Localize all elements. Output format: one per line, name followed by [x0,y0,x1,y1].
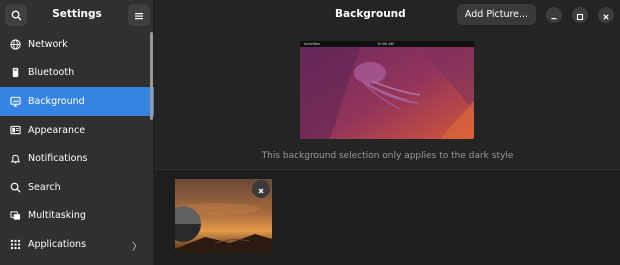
sidebar-item-appearance[interactable]: Appearance [0,116,154,145]
search-icon [9,181,21,193]
sidebar-item-search[interactable]: Search [0,173,154,202]
jellyfish-wallpaper-image [300,41,474,139]
preview-activities: Activities [304,42,320,46]
main-menu-button[interactable] [128,4,150,26]
sidebar-item-background[interactable]: Background [0,87,154,116]
preview-clock: 10:00 AM [377,42,394,46]
sidebar-item-bluetooth[interactable]: Bluetooth [0,59,154,88]
sidebar-list: Network Bluetooth Background Appearance … [0,30,154,259]
remove-background-button[interactable] [252,180,270,198]
maximize-button[interactable] [572,7,588,23]
sidebar-item-applications[interactable]: Applications 〉 [0,230,154,259]
add-picture-button[interactable]: Add Picture... [457,4,536,25]
hamburger-menu-icon [134,6,144,25]
minimize-icon [550,6,558,25]
maximize-icon [576,6,584,25]
header-bar: Background Add Picture... [155,0,620,30]
sidebar-item-notifications[interactable]: Notifications [0,144,154,173]
sidebar-item-label: Network [28,38,68,50]
sidebar-item-label: Appearance [28,124,86,136]
sidebar-item-label: Notifications [28,153,88,165]
background-preview: Activities 10:00 AM [300,41,474,139]
sidebar-scrollbar[interactable] [150,32,153,120]
sidebar-item-label: Multitasking [28,210,86,222]
chevron-right-icon: 〉 [132,242,142,254]
background-icon [9,95,21,107]
close-icon [602,6,610,25]
sidebar-item-multitasking[interactable]: Multitasking [0,202,154,231]
page-title: Background [335,8,406,20]
sidebar-header: Settings [0,0,154,30]
dark-style-caption: This background selection only applies t… [261,151,514,161]
sidebar-item-label: Background [28,95,85,107]
applications-icon [9,238,21,250]
sidebar-item-label: Bluetooth [28,67,75,79]
minimize-button[interactable] [546,7,562,23]
multitasking-icon [9,210,21,222]
bluetooth-icon [9,67,21,79]
sidebar: Settings Network Bluetooth Background Ap… [0,0,154,265]
network-icon [9,38,21,50]
background-gallery [155,170,620,265]
remove-icon [257,180,265,199]
main-panel: Background Add Picture... Activities 10:… [155,0,620,265]
notifications-icon [9,153,21,165]
sidebar-item-label: Search [28,181,61,193]
sidebar-item-network[interactable]: Network [0,30,154,59]
close-button[interactable] [598,7,614,23]
sidebar-item-label: Applications [28,238,87,250]
appearance-icon [9,124,21,136]
